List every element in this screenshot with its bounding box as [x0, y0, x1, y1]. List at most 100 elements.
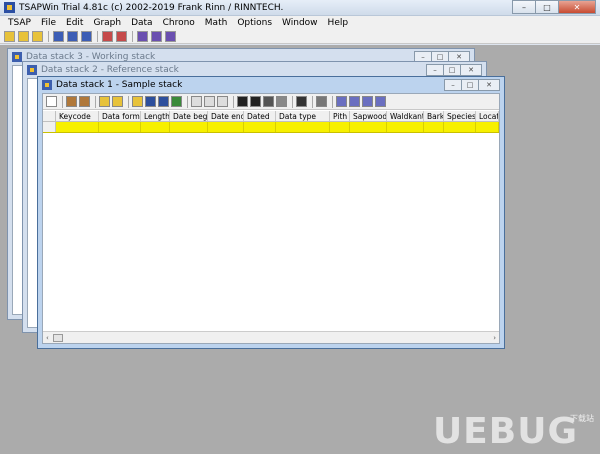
tile-windows-icon[interactable] [53, 31, 64, 42]
col-keycode[interactable]: Keycode [56, 111, 99, 121]
cut-icon[interactable] [191, 96, 202, 107]
graph-icon[interactable] [336, 96, 347, 107]
save-all-icon[interactable] [158, 96, 169, 107]
cell-data-format[interactable] [99, 122, 141, 132]
remove-icon[interactable] [250, 96, 261, 107]
col-data-format[interactable]: Data format [99, 111, 141, 121]
menu-help[interactable]: Help [324, 18, 355, 28]
graph-compare-icon[interactable] [349, 96, 360, 107]
cell-pith[interactable] [330, 122, 350, 132]
col-date-begin[interactable]: Date begin [170, 111, 208, 121]
bar-chart-alt-icon[interactable] [79, 96, 90, 107]
toolbar-separator [233, 95, 234, 108]
col-waldkante[interactable]: Waldkante [387, 111, 424, 121]
split-windows-icon[interactable] [81, 31, 92, 42]
cell-waldkante[interactable] [387, 122, 424, 132]
table-icon[interactable] [316, 96, 327, 107]
menu-options[interactable]: Options [233, 18, 278, 28]
menu-bar: TSAP File Edit Graph Data Chrono Math Op… [0, 16, 600, 30]
scroll-left-icon[interactable]: ‹ [46, 334, 49, 342]
col-species[interactable]: Species [444, 111, 476, 121]
col-sapwood[interactable]: Sapwood [350, 111, 387, 121]
delete-icon[interactable] [296, 96, 307, 107]
cell-species[interactable] [444, 122, 476, 132]
open-folder-icon[interactable] [4, 31, 15, 42]
cell-dated[interactable] [244, 122, 276, 132]
graph-scatter-icon[interactable] [151, 31, 162, 42]
horizontal-scrollbar[interactable]: ‹ › [43, 331, 499, 343]
copy-icon[interactable] [204, 96, 215, 107]
bar-chart-icon[interactable] [66, 96, 77, 107]
open-folder-add-icon[interactable] [112, 96, 123, 107]
open-folder-alt-icon[interactable] [18, 31, 29, 42]
new-file-icon[interactable] [46, 96, 57, 107]
col-length[interactable]: Length [141, 111, 170, 121]
sample-stack-window[interactable]: Data stack 1 - Sample stack – □ ✕ Keycod… [37, 76, 505, 349]
add-icon[interactable] [237, 96, 248, 107]
close-button[interactable]: ✕ [558, 0, 596, 14]
menu-data[interactable]: Data [127, 18, 159, 28]
open-folder-icon[interactable] [99, 96, 110, 107]
measure-icon[interactable] [263, 96, 274, 107]
toolbar-separator [187, 95, 188, 108]
menu-chrono[interactable]: Chrono [159, 18, 201, 28]
maximize-button[interactable]: □ [535, 0, 559, 14]
menu-math[interactable]: Math [201, 18, 234, 28]
sort-icon[interactable] [276, 96, 287, 107]
minimize-button[interactable]: – [512, 0, 536, 14]
cell-location[interactable] [476, 122, 499, 132]
sample-close-button[interactable]: ✕ [478, 79, 500, 91]
menu-tsap[interactable]: TSAP [4, 18, 37, 28]
toolbar-separator [95, 95, 96, 108]
chart-compare-icon[interactable] [116, 31, 127, 42]
reference-close-button[interactable]: ✕ [460, 64, 482, 76]
col-date-end[interactable]: Date end [208, 111, 244, 121]
stack-window-icon [42, 80, 52, 90]
col-data-type[interactable]: Data type [276, 111, 330, 121]
sample-maximize-button[interactable]: □ [461, 79, 479, 91]
folder-import-icon[interactable] [32, 31, 43, 42]
toolbar-separator [132, 31, 133, 42]
app-title: TSAPWin Trial 4.81c (c) 2002-2019 Frank … [19, 2, 284, 13]
col-location[interactable]: Locati [476, 111, 499, 121]
cell-bark[interactable] [424, 122, 444, 132]
sample-stack-title: Data stack 1 - Sample stack [56, 80, 183, 90]
stack-windows-icon[interactable] [67, 31, 78, 42]
cell-length[interactable] [141, 122, 170, 132]
graph-mode-icon[interactable] [375, 96, 386, 107]
graph-multi-icon[interactable] [362, 96, 373, 107]
cell-date-end[interactable] [208, 122, 244, 132]
export-icon[interactable] [171, 96, 182, 107]
col-bark[interactable]: Bark [424, 111, 444, 121]
app-titlebar: TSAPWin Trial 4.81c (c) 2002-2019 Frank … [0, 0, 600, 16]
sample-stack-body: Keycode Data format Length Date begin Da… [42, 93, 500, 344]
toolbar-separator [97, 31, 98, 42]
menu-window[interactable]: Window [278, 18, 324, 28]
folder-icon[interactable] [132, 96, 143, 107]
cell-sapwood[interactable] [350, 122, 387, 132]
menu-graph[interactable]: Graph [89, 18, 127, 28]
menu-file[interactable]: File [37, 18, 62, 28]
paste-icon[interactable] [217, 96, 228, 107]
reference-maximize-button[interactable]: □ [443, 64, 461, 76]
col-pith[interactable]: Pith [330, 111, 350, 121]
reference-minimize-button[interactable]: – [426, 64, 444, 76]
row-header[interactable] [43, 122, 56, 132]
cell-date-begin[interactable] [170, 122, 208, 132]
scrollbar-thumb[interactable] [53, 334, 63, 342]
scroll-right-icon[interactable]: › [493, 334, 496, 342]
graph-multi-icon[interactable] [165, 31, 176, 42]
menu-edit[interactable]: Edit [62, 18, 89, 28]
chart-tool-icon[interactable] [102, 31, 113, 42]
main-toolbar [0, 30, 600, 44]
graph-line-icon[interactable] [137, 31, 148, 42]
col-dated[interactable]: Dated [244, 111, 276, 121]
toolbar-separator [48, 31, 49, 42]
sample-minimize-button[interactable]: – [444, 79, 462, 91]
sample-stack-titlebar[interactable]: Data stack 1 - Sample stack – □ ✕ [38, 77, 504, 93]
toolbar-separator [332, 95, 333, 108]
save-icon[interactable] [145, 96, 156, 107]
cell-keycode[interactable] [56, 122, 99, 132]
table-row[interactable] [43, 122, 499, 133]
cell-data-type[interactable] [276, 122, 330, 132]
